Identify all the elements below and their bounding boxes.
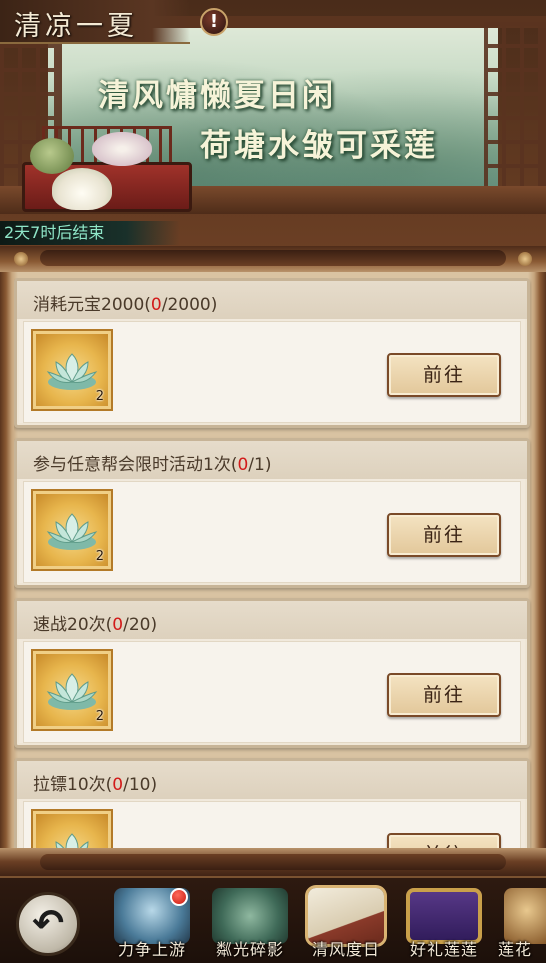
nav-item-label: 莲花 (498, 940, 533, 959)
lotus-bud-icon (92, 132, 152, 166)
goto-button[interactable]: 前往 (387, 513, 501, 557)
rod-knob-right (518, 252, 532, 266)
task-progress-current: 0 (112, 615, 124, 635)
lotus-pod-icon (30, 138, 74, 174)
task-title: 消耗元宝2000(0/2000) (33, 295, 218, 315)
exclamation-icon[interactable]: ! (200, 8, 228, 36)
lotus-icon (46, 353, 98, 390)
notification-badge (170, 888, 188, 906)
white-lotus-icon (52, 168, 112, 210)
task-list[interactable]: 消耗元宝2000(0/2000) 2 前往 参与任意帮会限时活动1次(0/1) (14, 278, 532, 850)
reward-count: 2 (95, 389, 104, 404)
event-banner: 清风慵懒夏日闲 荷塘水皱可采莲 清凉一夏 ! 2天7时后结束 (0, 0, 546, 248)
task-card: 消耗元宝2000(0/2000) 2 前往 (14, 278, 530, 428)
nav-item-label: 好礼莲莲 (409, 940, 478, 959)
task-progress-target: /20) (123, 615, 158, 635)
reward-item[interactable]: 2 (33, 491, 111, 569)
reward-item[interactable]: 2 (33, 811, 111, 850)
rod-knob-left (14, 252, 28, 266)
title-tab: 清凉一夏 (0, 0, 190, 44)
task-progress-current: 0 (112, 775, 124, 795)
nav-item-label: 清风度日 (311, 940, 380, 959)
back-arrow-icon[interactable]: ↶ (16, 892, 80, 956)
task-title: 速战20次(0/20) (33, 615, 158, 635)
bottom-nav: ↶ 力争上游 粼光碎影 清风度日 好礼莲莲 莲花 (0, 876, 546, 963)
nav-item-label: 力争上游 (117, 940, 186, 959)
task-progress-target: /1) (248, 455, 272, 475)
panel-top-rod (40, 250, 506, 266)
lotus-icon (46, 513, 98, 550)
task-progress-current: 0 (237, 455, 249, 475)
panel-bottom-rod (40, 854, 506, 870)
slogan-line-2: 荷塘水皱可采莲 (200, 128, 438, 164)
task-card: 拉镖10次(0/10) 2 前往 (14, 758, 530, 850)
nav-item-haoli[interactable]: 好礼莲莲 (396, 882, 492, 963)
nav-item-label: 粼光碎影 (215, 940, 284, 959)
lotus-basket-illustration (12, 120, 197, 215)
reward-item[interactable]: 2 (33, 331, 111, 409)
lattice-window-right (484, 22, 546, 192)
reward-count: 2 (95, 549, 104, 564)
task-card: 速战20次(0/20) 2 前往 (14, 598, 530, 748)
task-title: 拉镖10次(0/10) (33, 775, 158, 795)
task-progress-current: 0 (150, 295, 162, 315)
task-progress-target: /10) (123, 775, 158, 795)
nav-item-lianhua[interactable]: 莲花 (494, 882, 546, 963)
countdown-timer: 2天7时后结束 (0, 221, 180, 245)
nav-item-lizheng[interactable]: 力争上游 (104, 882, 200, 963)
nav-item-linguang[interactable]: 粼光碎影 (202, 882, 298, 963)
reward-count: 2 (95, 709, 104, 724)
goto-button[interactable]: 前往 (387, 673, 501, 717)
reward-item[interactable]: 2 (33, 651, 111, 729)
page-title: 清凉一夏 (14, 11, 138, 42)
goto-button[interactable]: 前往 (387, 353, 501, 397)
lotus-icon (55, 833, 89, 850)
lotus-icon (46, 673, 98, 710)
task-progress-target: /2000) (161, 295, 218, 315)
nav-item-qingfeng[interactable]: 清风度日 (298, 882, 394, 963)
task-title: 参与任意帮会限时活动1次(0/1) (33, 455, 272, 475)
slogan-line-1: 清风慵懒夏日闲 (98, 78, 336, 114)
task-card: 参与任意帮会限时活动1次(0/1) 2 前往 (14, 438, 530, 588)
